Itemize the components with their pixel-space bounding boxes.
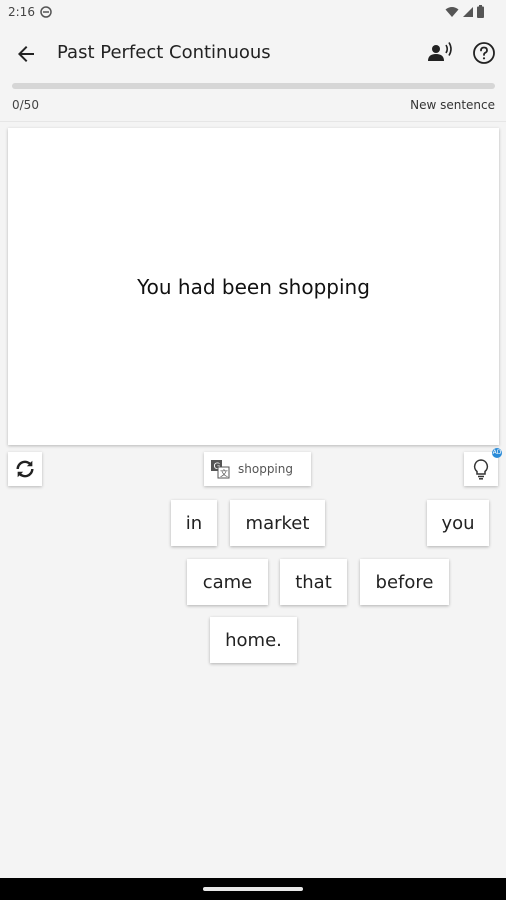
progress-count: 0/50 [12, 98, 39, 112]
hint-button[interactable]: AD [464, 448, 502, 486]
status-bar: 2:16 [0, 0, 506, 26]
help-circle-icon[interactable] [472, 41, 496, 65]
system-nav-bar [0, 878, 506, 900]
app-bar: Past Perfect Continuous [0, 26, 506, 82]
progress-bar [12, 83, 495, 89]
sentence-card: You had been shopping [8, 128, 499, 445]
status-time: 2:16 [8, 5, 35, 19]
ad-badge: AD [492, 448, 502, 458]
word-tile-market[interactable]: market [230, 500, 325, 546]
lightbulb-icon [473, 459, 489, 480]
word-tile-came[interactable]: came [187, 559, 268, 605]
voice-speaker-icon[interactable] [427, 40, 453, 66]
arrow-back-icon[interactable] [14, 42, 38, 66]
word-tile-that[interactable]: that [280, 559, 347, 605]
refresh-icon [16, 460, 34, 478]
signal-icon [463, 6, 473, 17]
new-sentence-link[interactable]: New sentence [410, 98, 495, 112]
word-tile-you[interactable]: you [427, 500, 489, 546]
translate-word: shopping [238, 462, 293, 476]
translate-button[interactable]: G 文 shopping [204, 452, 311, 486]
divider [0, 121, 506, 122]
word-tile-home[interactable]: home. [210, 617, 297, 663]
status-icons [445, 5, 484, 18]
refresh-button[interactable] [8, 452, 42, 486]
wifi-icon [445, 6, 459, 17]
svg-text:文: 文 [220, 468, 228, 478]
sentence-text: You had been shopping [137, 274, 370, 299]
word-tile-before[interactable]: before [360, 559, 449, 605]
do-not-disturb-icon [40, 6, 52, 18]
battery-icon [477, 5, 484, 18]
word-tile-in[interactable]: in [171, 500, 217, 546]
home-gesture-handle[interactable] [203, 887, 303, 891]
page-title: Past Perfect Continuous [57, 42, 271, 63]
translate-icon: G 文 [211, 460, 230, 479]
